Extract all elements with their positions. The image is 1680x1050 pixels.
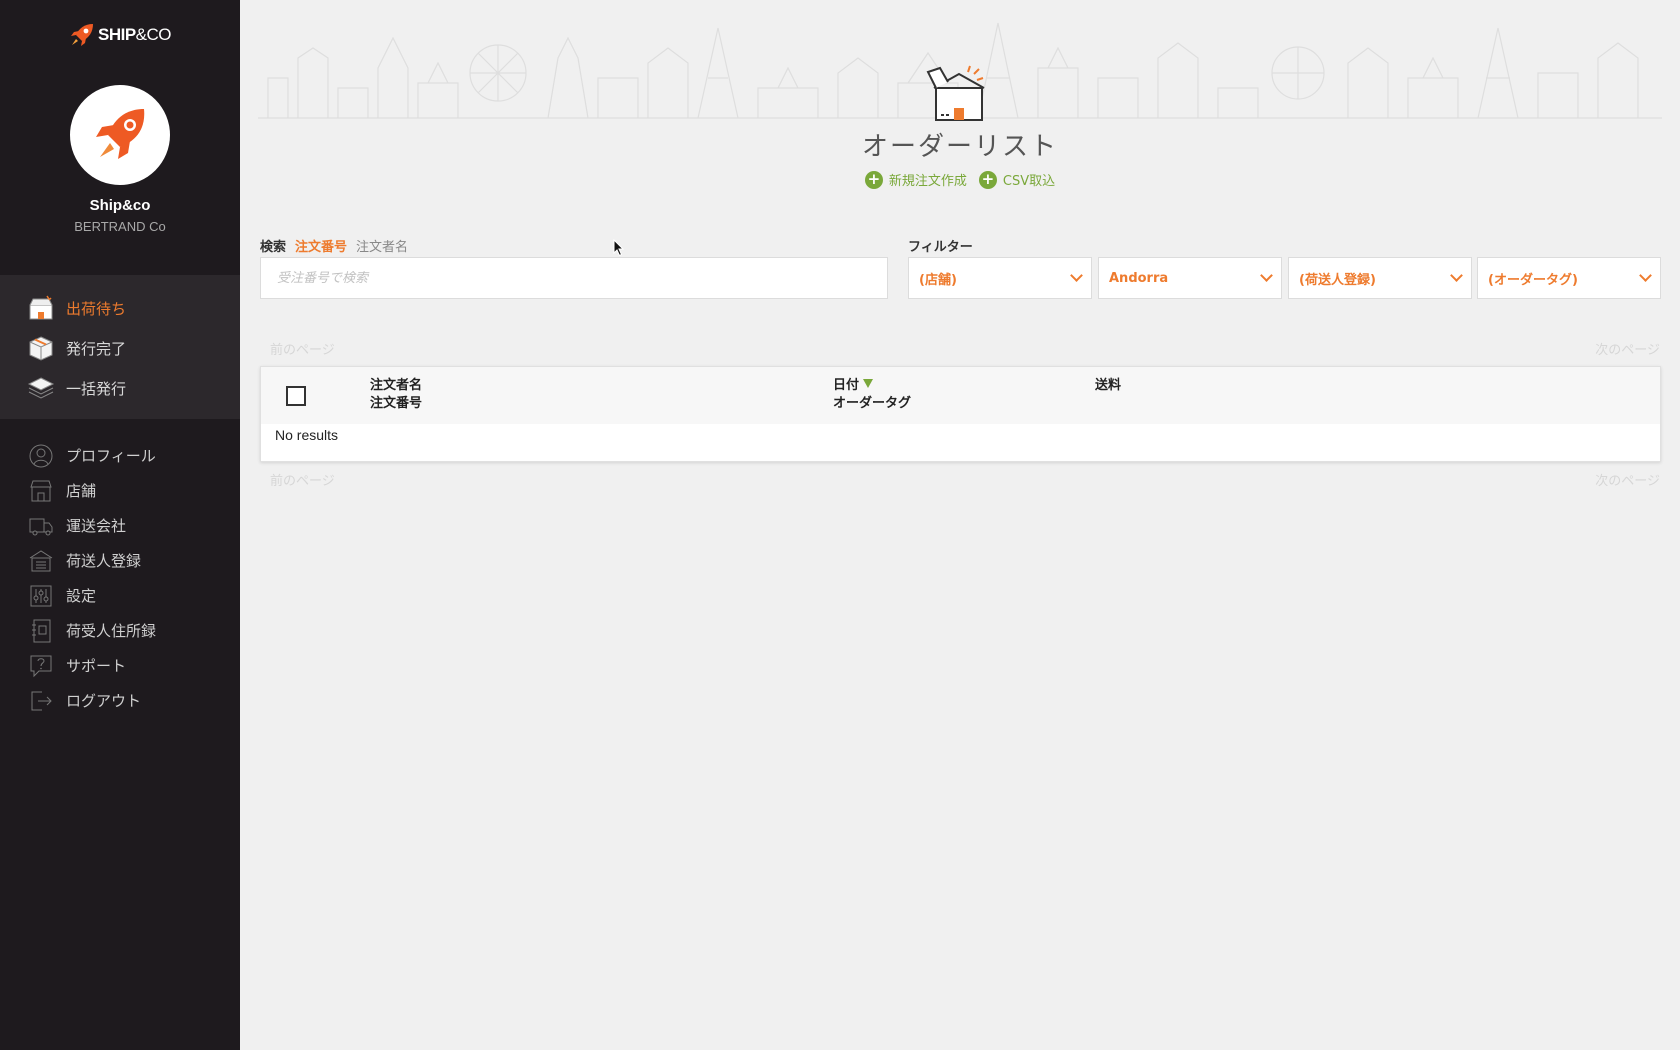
new-order-button[interactable]: + 新規注文作成 bbox=[864, 170, 967, 189]
nav-item-shipper[interactable]: 荷送人登録 bbox=[0, 543, 240, 578]
account-name: Ship&co bbox=[89, 197, 151, 214]
chevron-down-icon bbox=[1260, 269, 1273, 282]
nav-item-address-book[interactable]: 荷受人住所録 bbox=[0, 613, 240, 648]
next-page-link-bottom[interactable]: 次のページ bbox=[1595, 470, 1660, 489]
nav-item-label: 発行完了 bbox=[66, 339, 127, 358]
csv-import-button[interactable]: + CSV取込 bbox=[978, 170, 1056, 189]
settings-sliders-icon bbox=[26, 581, 56, 611]
select-value: (店舗) bbox=[919, 272, 957, 288]
store-filter-select[interactable]: (店舗) bbox=[908, 257, 1092, 299]
sort-desc-icon bbox=[863, 379, 874, 388]
column-header-shipping-fee[interactable]: 送料 bbox=[1095, 377, 1121, 395]
secondary-nav: プロフィール 店舗 運送会社 荷送人登録 設定 荷受人住所録 サポート ログアウ… bbox=[0, 438, 240, 718]
column-label: 日付 bbox=[833, 378, 860, 393]
search-label: 検索 bbox=[260, 240, 287, 255]
nav-item-carrier[interactable]: 運送会社 bbox=[0, 508, 240, 543]
select-all-checkbox[interactable] bbox=[286, 386, 306, 406]
nav-item-label: 荷受人住所録 bbox=[66, 622, 157, 640]
support-icon bbox=[26, 651, 56, 681]
issued-box-icon bbox=[26, 333, 56, 363]
page-title: オーダーリスト bbox=[861, 132, 1058, 162]
nav-item-label: 一括発行 bbox=[66, 379, 127, 398]
search-tab-order-number[interactable]: 注文番号 bbox=[295, 236, 347, 255]
chevron-down-icon bbox=[1639, 269, 1652, 282]
rocket-logo-icon bbox=[70, 24, 93, 46]
csv-import-label: CSV取込 bbox=[1002, 174, 1056, 189]
brand-text: SHIP&CO bbox=[97, 25, 172, 44]
nav-item-support[interactable]: サポート bbox=[0, 648, 240, 683]
nav-item-logout[interactable]: ログアウト bbox=[0, 683, 240, 718]
address-book-icon bbox=[26, 616, 56, 646]
rocket-avatar-icon bbox=[96, 109, 145, 159]
column-label: 注文番号 bbox=[370, 396, 423, 411]
nav-item-label: プロフィール bbox=[66, 447, 156, 465]
nav-item-bulk[interactable]: 一括発行 bbox=[0, 368, 240, 408]
chevron-down-icon bbox=[1070, 269, 1083, 282]
column-label: オーダータグ bbox=[833, 396, 912, 411]
search-tab-customer-name[interactable]: 注文者名 bbox=[356, 236, 408, 255]
pending-shipment-icon bbox=[26, 293, 56, 323]
prev-page-link-bottom[interactable]: 前のページ bbox=[270, 470, 335, 489]
column-header-date[interactable]: 日付 オーダータグ bbox=[833, 377, 911, 413]
mouse-pointer-icon bbox=[613, 239, 625, 257]
nav-item-store[interactable]: 店舗 bbox=[0, 473, 240, 508]
prev-page-link-top[interactable]: 前のページ bbox=[270, 339, 335, 358]
logout-icon bbox=[26, 686, 56, 716]
store-icon bbox=[26, 476, 56, 506]
chevron-down-icon bbox=[1450, 269, 1463, 282]
nav-item-label: 荷送人登録 bbox=[66, 552, 142, 570]
header-actions: + 新規注文作成 + CSV取込 bbox=[240, 170, 1680, 189]
brand-logo[interactable]: SHIP&CO bbox=[0, 22, 240, 48]
select-value: (荷送人登録) bbox=[1299, 272, 1376, 288]
nav-item-label: サポート bbox=[66, 657, 127, 675]
plus-circle-icon: + bbox=[864, 170, 883, 189]
search-label-row: 検索 注文番号 注文者名 bbox=[260, 236, 408, 255]
nav-item-settings[interactable]: 設定 bbox=[0, 578, 240, 613]
select-value: (オーダータグ) bbox=[1488, 272, 1578, 288]
nav-item-label: 設定 bbox=[66, 587, 97, 605]
warehouse-icon bbox=[26, 546, 56, 576]
nav-item-pending[interactable]: 出荷待ち bbox=[0, 288, 240, 328]
plus-circle-icon: + bbox=[978, 170, 997, 189]
primary-nav: 出荷待ち 発行完了 一括発行 bbox=[0, 275, 240, 419]
nav-item-label: 出荷待ち bbox=[66, 299, 127, 318]
new-order-label: 新規注文作成 bbox=[888, 174, 967, 189]
sidebar: SHIP&CO Ship&co BERTRAND Co 出荷待ち 発行完了 一括… bbox=[0, 0, 240, 1050]
column-label: 注文者名 bbox=[370, 378, 423, 393]
profile-icon bbox=[26, 441, 56, 471]
truck-icon bbox=[26, 511, 56, 541]
main-content: オーダーリスト + 新規注文作成 + CSV取込 検索 注文番号 注文者名 フィ… bbox=[240, 0, 1680, 1050]
nav-item-issued[interactable]: 発行完了 bbox=[0, 328, 240, 368]
table-header: 注文者名 注文番号 日付 オーダータグ 送料 bbox=[261, 367, 1660, 424]
avatar[interactable] bbox=[70, 85, 170, 185]
nav-item-profile[interactable]: プロフィール bbox=[0, 438, 240, 473]
column-label: 送料 bbox=[1095, 378, 1122, 393]
nav-item-label: 店舗 bbox=[66, 482, 97, 500]
search-input[interactable] bbox=[260, 257, 888, 299]
orders-table: 注文者名 注文番号 日付 オーダータグ 送料 No results bbox=[260, 366, 1661, 462]
next-page-link-top[interactable]: 次のページ bbox=[1595, 339, 1660, 358]
account-company: BERTRAND Co bbox=[74, 219, 166, 234]
shipper-filter-select[interactable]: (荷送人登録) bbox=[1288, 257, 1472, 299]
order-tag-filter-select[interactable]: (オーダータグ) bbox=[1477, 257, 1661, 299]
nav-item-label: ログアウト bbox=[66, 692, 142, 710]
column-header-customer[interactable]: 注文者名 注文番号 bbox=[370, 377, 422, 413]
filter-label: フィルター bbox=[908, 240, 973, 255]
bulk-issue-icon bbox=[26, 373, 56, 403]
select-value: Andorra bbox=[1109, 270, 1169, 286]
open-box-icon bbox=[926, 65, 985, 121]
nav-item-label: 運送会社 bbox=[66, 517, 127, 535]
country-filter-select[interactable]: Andorra bbox=[1098, 257, 1282, 299]
empty-state-text: No results bbox=[275, 427, 339, 443]
